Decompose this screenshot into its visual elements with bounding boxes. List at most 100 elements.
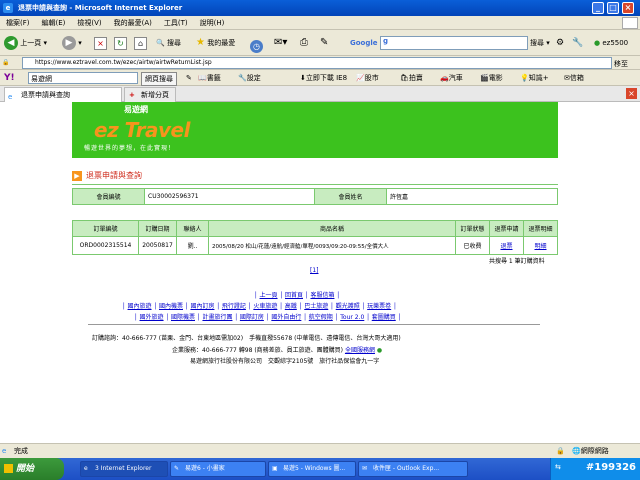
pager[interactable]: [1] — [310, 267, 319, 274]
knowledge-button[interactable]: 💡知識+ — [520, 72, 549, 84]
forward-button[interactable]: ▶ ▾ — [62, 34, 82, 52]
status-bar: e 完成 🔒 🌐網際網路 — [0, 443, 640, 458]
home-icon[interactable]: ⌂ — [134, 37, 147, 50]
menu-file[interactable]: 檔案(F) — [0, 16, 36, 30]
refund-link[interactable]: 退票 — [489, 236, 524, 255]
footer-nav-row1: │ 上一頁 │ 回首頁 │ 客服信箱 │ — [254, 292, 340, 299]
stop-icon[interactable]: × — [94, 37, 107, 50]
car-button[interactable]: 🚗汽車 — [440, 72, 463, 84]
menu-tools[interactable]: 工具(T) — [158, 16, 194, 30]
close-button[interactable]: × — [622, 2, 634, 14]
orders-header-row: 訂單編號 訂購日期 聯絡人 商品名稱 訂單狀態 退票申請 退票明細 — [72, 220, 558, 237]
paint-icon: ✎ — [174, 465, 180, 472]
ie-icon: e — [3, 3, 13, 13]
task-windows-viewer[interactable]: ▣ 易遊5 - Windows 圖... — [268, 461, 356, 477]
history-icon[interactable]: ◷ — [250, 37, 263, 53]
nav-train[interactable]: 火車旅遊 — [253, 303, 277, 310]
nav-back[interactable]: 上一頁 — [260, 292, 278, 299]
order-date: 20050817 — [138, 236, 177, 255]
nav-intl-air[interactable]: 國際機票 — [171, 314, 195, 321]
yahoo-logo[interactable]: Y! — [4, 72, 15, 84]
stock-button[interactable]: 📈股市 — [356, 72, 379, 84]
footer-line3: 易遊網旅行社股份有限公司 交觀綜字2105號 旅行社品保協會九一字 — [190, 358, 380, 365]
member-info-table: 會員編號 CU30002596371 會員姓名 許恆嘉 — [72, 188, 558, 205]
user-button[interactable]: ● ez5500 — [594, 34, 628, 52]
menu-edit[interactable]: 編輯(E) — [36, 16, 72, 30]
google-search-button[interactable]: 搜尋 ▾ — [530, 34, 550, 52]
nav-intl-hotel[interactable]: 國際訂房 — [240, 314, 264, 321]
address-input[interactable]: https://www.eztravel.com.tw/ezec/airtw/a… — [22, 57, 612, 69]
eztravel-logo: ez Travel — [94, 118, 190, 142]
nav-domestic-air[interactable]: 國內機票 — [159, 303, 183, 310]
lock-icon: 🔒 — [556, 447, 565, 455]
nav-tickets[interactable]: 玩樂票卷 — [367, 303, 391, 310]
go-button[interactable]: 移至 — [614, 59, 628, 69]
search-button[interactable]: 🔍 搜尋 — [156, 34, 181, 52]
download-ie8-button[interactable]: ⬇立即下載 IE8 — [300, 72, 347, 84]
mail-button[interactable]: ✉信箱 — [564, 72, 584, 84]
nav-tour20[interactable]: Tour 2.0 — [340, 314, 364, 321]
maximize-button[interactable]: □ — [607, 2, 619, 14]
nav-passport[interactable]: 觀光護照 — [336, 303, 360, 310]
nav-intl-travel[interactable]: 國外旅遊 — [140, 314, 164, 321]
movie-button[interactable]: 🎬電影 — [480, 72, 503, 84]
start-button[interactable]: 開始 — [0, 458, 64, 480]
nav-air-holiday[interactable]: 航空假期 — [309, 314, 333, 321]
favorites-button[interactable]: ★ 我的最愛 — [196, 34, 235, 52]
menu-view[interactable]: 檢視(V) — [71, 16, 107, 30]
page-done-icon: e — [2, 447, 7, 455]
menu-help[interactable]: 說明(H) — [194, 16, 231, 30]
star-icon: ★ — [196, 37, 205, 48]
wrench-icon[interactable]: 🔧 — [572, 34, 583, 52]
col-contact: 聯絡人 — [176, 220, 209, 237]
settings-icon[interactable]: ⚙ — [556, 34, 564, 52]
nav-tour-plan[interactable]: 計畫旅行團 — [202, 314, 232, 321]
forward-arrow-icon: ▶ — [62, 36, 76, 50]
yahoo-settings-button[interactable]: 🔧設定 — [238, 72, 261, 84]
nav-bus[interactable]: 巴士旅遊 — [304, 303, 328, 310]
nav-home[interactable]: 回首頁 — [285, 292, 303, 299]
google-search-input[interactable]: g — [380, 36, 528, 50]
detail-link[interactable]: 明細 — [523, 236, 558, 255]
nav-flight[interactable]: 飛行證記 — [222, 303, 246, 310]
footer-nav-row3: │ 國外旅遊 │ 國際機票 │ 計畫旅行團 │ 國際訂房 │ 國外自由行 │ 航… — [134, 314, 402, 321]
taskbar: 開始 e 3 Internet Explorer ✎ 易遊6 - 小畫家 ▣ 易… — [0, 458, 640, 480]
edit-icon[interactable]: ✎ — [320, 34, 328, 52]
auction-button[interactable]: 🛍拍賣 — [400, 72, 423, 84]
footer-line2: 企業服務：40-666-777 轉98 (商務差旅、員工旅遊、團體購買) 全國服… — [172, 347, 383, 354]
window-title: 退票申請與查詢 - Microsoft Internet Explorer — [18, 4, 183, 12]
nav-domestic-travel[interactable]: 國內旅遊 — [128, 303, 152, 310]
close-tab-icon[interactable]: × — [626, 88, 637, 99]
footer-divider — [88, 324, 540, 325]
search-icon: 🔍 — [156, 39, 165, 47]
col-status: 訂單狀態 — [455, 220, 490, 237]
minimize-button[interactable]: _ — [592, 2, 604, 14]
menu-favorites[interactable]: 我的最愛(A) — [108, 16, 158, 30]
service-network-link[interactable]: 全國服務網 — [345, 347, 375, 354]
refresh-icon[interactable]: ↻ — [114, 37, 127, 50]
mail-icon[interactable]: ✉▾ — [274, 34, 287, 52]
title-bar: e 退票申請與查詢 - Microsoft Internet Explorer … — [0, 0, 640, 16]
print-icon[interactable]: ⎙ — [300, 34, 308, 52]
task-outlook[interactable]: ✉ 收件匣 - Outlook Exp... — [358, 461, 468, 477]
task-ie[interactable]: e 3 Internet Explorer — [80, 461, 168, 477]
eztravel-banner: 易遊網 ez Travel 暢遊世界的夢想，在此實現！ — [72, 102, 558, 158]
nav-service[interactable]: 客服信箱 — [310, 292, 334, 299]
outlook-icon: ✉ — [362, 465, 368, 472]
nav-intl-fit[interactable]: 國外自由行 — [271, 314, 301, 321]
table-row: ORD0002315514 20050817 劉.. 2005/08/20 松山… — [72, 236, 558, 255]
yahoo-search-input[interactable]: 易遊網 — [28, 72, 138, 84]
web-search-button[interactable]: 網頁搜尋 — [141, 72, 177, 86]
network-icon[interactable]: ⇆ — [555, 463, 561, 471]
tab-active[interactable]: e 退票申請與查詢 — [4, 87, 122, 102]
back-button[interactable]: ◀ 上一頁 ▾ — [4, 34, 47, 52]
section-title: ▶ 退票申請與查詢 — [72, 170, 142, 181]
bookmarks-button[interactable]: 📖書籤 — [198, 72, 221, 84]
slogan: 暢遊世界的夢想，在此實現！ — [84, 145, 176, 152]
nav-hsr[interactable]: 高鐵 — [285, 303, 297, 310]
new-tab-button[interactable]: + 新增分頁 — [124, 87, 176, 102]
result-count: 共搜尋 1 筆訂購資料 — [489, 258, 545, 265]
nav-domestic-hotel[interactable]: 國內訂房 — [190, 303, 214, 310]
nav-package[interactable]: 套圖購買 — [372, 314, 396, 321]
task-paint-1[interactable]: ✎ 易遊6 - 小畫家 — [170, 461, 266, 477]
